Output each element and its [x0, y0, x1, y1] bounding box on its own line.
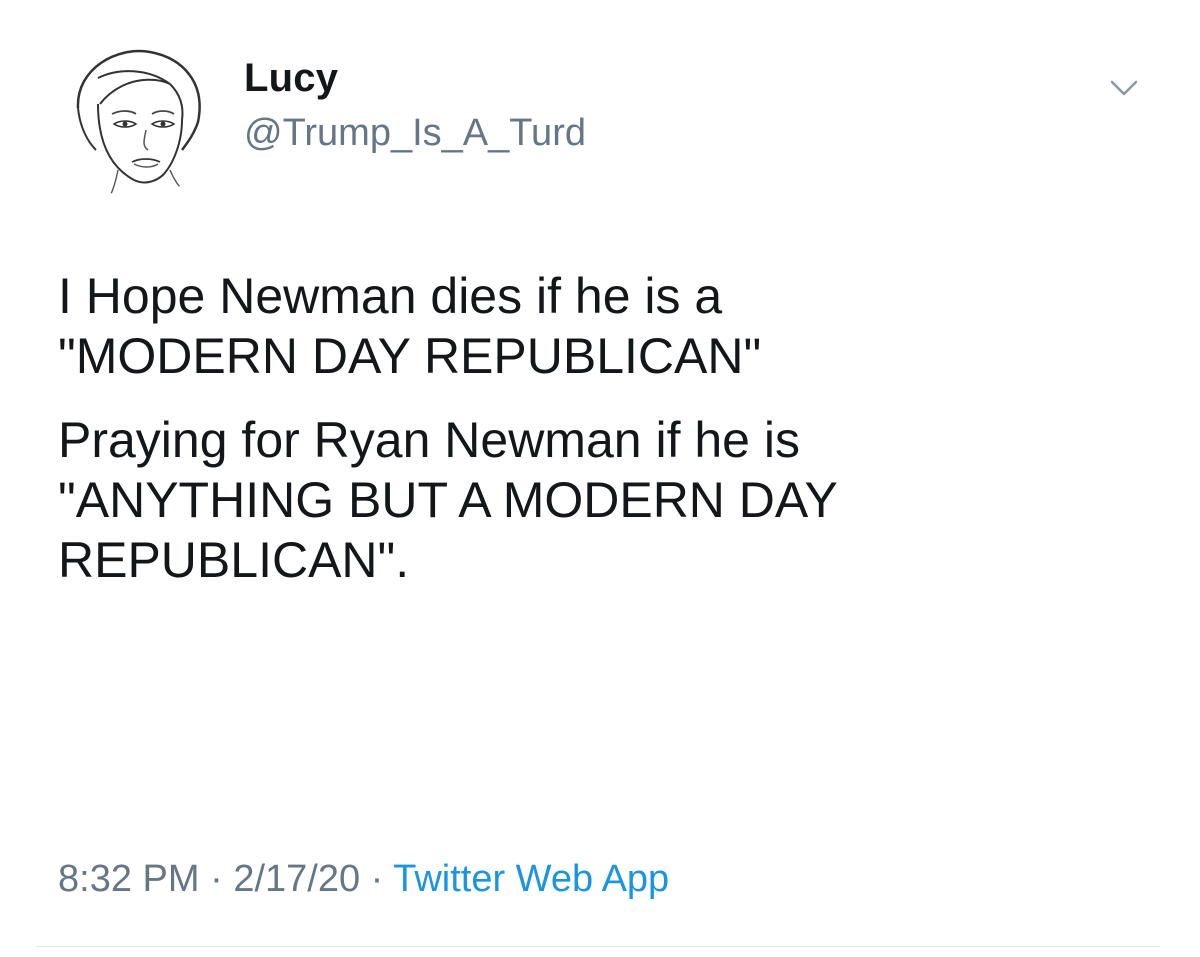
sketched-face-avatar-icon — [76, 49, 201, 197]
chevron-down-icon — [1110, 80, 1138, 96]
tweet-paragraph: I Hope Newman dies if he is a "MODERN DA… — [58, 268, 762, 384]
tweet-date[interactable]: 2/17/20 — [233, 858, 360, 900]
author-avatar[interactable] — [58, 38, 218, 198]
author-handle[interactable]: @Trump_Is_A_Turd — [244, 112, 586, 155]
tweet-menu-button[interactable] — [1102, 66, 1146, 110]
meta-separator: · — [370, 858, 384, 900]
tweet-card: Lucy @Trump_Is_A_Turd I Hope Newman dies… — [0, 0, 1200, 957]
tweet-body: I Hope Newman dies if he is a "MODERN DA… — [58, 266, 1138, 590]
tweet-paragraph: Praying for Ryan Newman if he is "ANYTHI… — [58, 412, 838, 588]
tweet-metadata: 8:32 PM · 2/17/20 · Twitter Web App — [58, 858, 669, 901]
meta-separator: · — [210, 858, 223, 900]
tweet-time[interactable]: 8:32 PM — [58, 858, 200, 900]
author-display-name[interactable]: Lucy — [244, 56, 338, 101]
divider — [36, 946, 1160, 947]
tweet-source-link[interactable]: Twitter Web App — [393, 858, 669, 900]
